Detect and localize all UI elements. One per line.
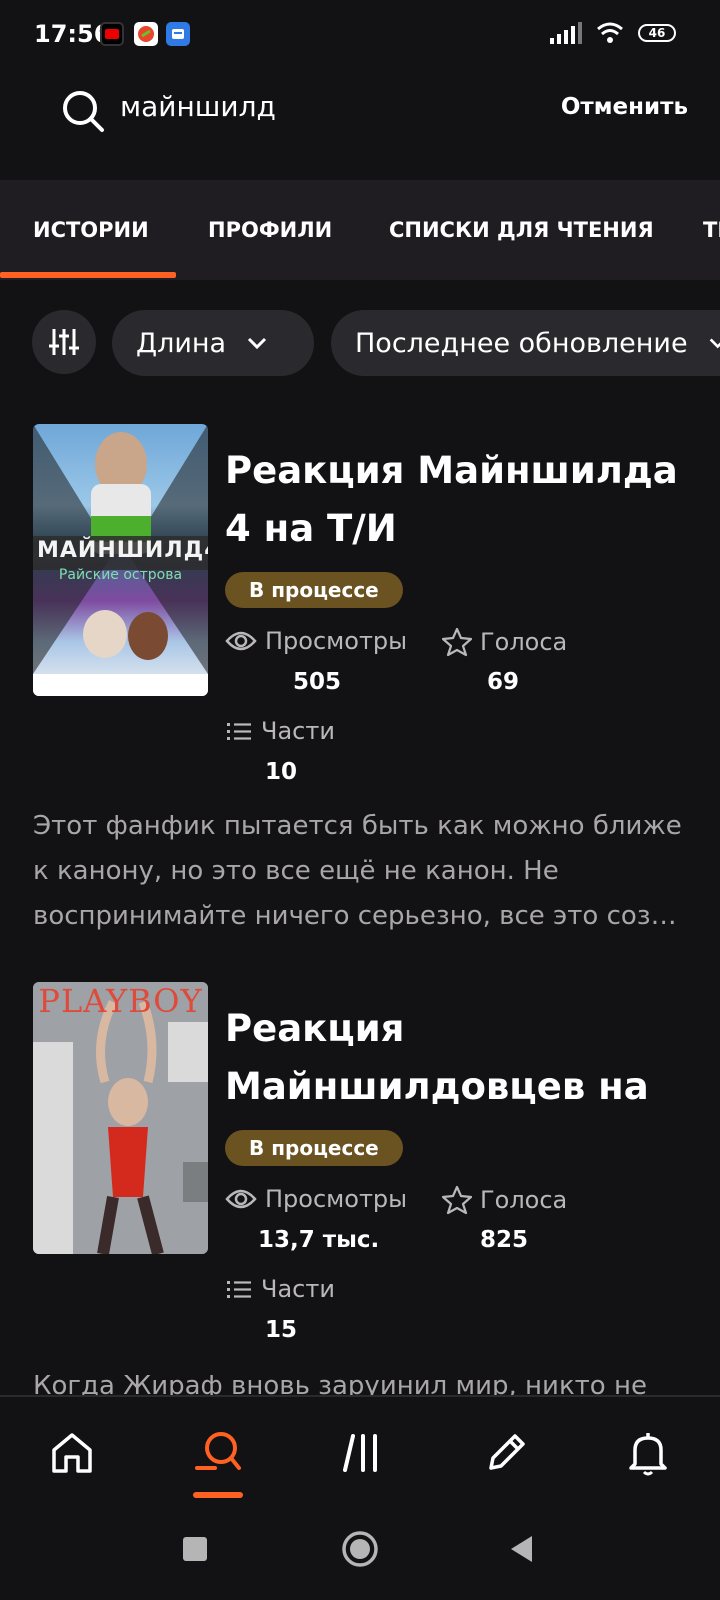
status-time: 17:56: [34, 20, 111, 48]
list-icon: [227, 723, 251, 740]
recents-button[interactable]: [175, 1529, 215, 1569]
parts-count: 10: [265, 759, 298, 785]
home-icon: [52, 1433, 92, 1473]
views-count: 13,7 тыс.: [258, 1227, 380, 1253]
eye-icon: [225, 1189, 257, 1209]
parts-label: Части: [261, 717, 335, 745]
search-header: майншилд Отменить: [0, 70, 720, 180]
tab-profiles[interactable]: ПРОФИЛИ: [208, 218, 332, 242]
youtube-notification-icon: [100, 22, 124, 46]
sliders-icon: [49, 329, 79, 355]
votes-label: Голоса: [480, 1186, 568, 1214]
pencil-icon: [489, 1434, 525, 1470]
views-count: 505: [293, 669, 342, 695]
square-icon: [183, 1537, 207, 1561]
eye-icon: [225, 631, 257, 651]
sort-filter-chip[interactable]: Последнее обновление: [331, 310, 720, 376]
nav-active-indicator: [193, 1492, 243, 1498]
search-icon: [60, 88, 106, 134]
views-label: Просмотры: [265, 1185, 408, 1213]
story-title[interactable]: Реакция Майншилда 4 на Т/И: [225, 442, 695, 558]
wifi-icon: [597, 22, 623, 43]
library-icon: [343, 1434, 377, 1472]
circle-icon: [342, 1531, 378, 1567]
active-tab-indicator: [0, 272, 176, 278]
views-label: Просмотры: [265, 627, 408, 655]
nav-library[interactable]: [336, 1427, 388, 1479]
home-button[interactable]: [340, 1529, 380, 1569]
search-input[interactable]: майншилд: [120, 90, 276, 123]
back-button[interactable]: [502, 1529, 542, 1569]
chevron-down-icon: [709, 338, 720, 349]
length-filter-chip[interactable]: Длина: [112, 310, 314, 376]
message-notification-icon: [166, 22, 190, 46]
story-card[interactable]: PLAYBOY Реакция Майншилдовцев на … В про…: [0, 982, 720, 1402]
bottom-navigation: [0, 1395, 720, 1505]
length-filter-label: Длина: [136, 327, 227, 359]
cancel-button[interactable]: Отменить: [561, 94, 688, 120]
status-icons: 46: [550, 22, 676, 44]
votes-stat: Голоса: [442, 1185, 567, 1215]
cover-title-text: PLAYBOY: [38, 982, 203, 1020]
parts-stat: Части: [225, 717, 335, 745]
views-stat: Просмотры: [225, 1185, 407, 1213]
list-icon: [227, 1281, 251, 1298]
parts-count: 15: [265, 1317, 298, 1343]
cover-title-text: МАЙНШИЛД4: [37, 538, 208, 563]
sort-filter-label: Последнее обновление: [355, 327, 688, 359]
status-bar: 17:56 46: [0, 0, 720, 70]
battery-icon: 46: [638, 24, 676, 42]
system-navigation-bar: [0, 1505, 720, 1600]
filter-settings-button[interactable]: [32, 310, 96, 374]
nav-write[interactable]: [480, 1427, 532, 1479]
votes-count: 69: [487, 669, 520, 695]
nav-home[interactable]: [46, 1427, 98, 1479]
views-stat: Просмотры: [225, 627, 407, 655]
cover-subtitle-text: Райские острова: [58, 567, 183, 583]
app-notification-icon: [134, 22, 158, 46]
search-tabs: ИСТОРИИ ПРОФИЛИ СПИСКИ ДЛЯ ЧТЕНИЯ ТЕ: [0, 180, 720, 280]
tab-reading-lists[interactable]: СПИСКИ ДЛЯ ЧТЕНИЯ: [389, 218, 654, 242]
signal-icon: [550, 22, 582, 44]
status-badge: В процессе: [225, 1130, 403, 1166]
votes-stat: Голоса: [442, 627, 567, 657]
parts-stat: Части: [225, 1275, 335, 1303]
parts-label: Части: [261, 1275, 335, 1303]
votes-count: 825: [480, 1227, 529, 1253]
tab-tags[interactable]: ТЕ: [703, 218, 720, 242]
bell-icon: [629, 1433, 667, 1476]
chevron-down-icon: [248, 337, 267, 350]
tab-stories[interactable]: ИСТОРИИ: [33, 218, 149, 242]
story-cover[interactable]: МАЙНШИЛД4 Райские острова: [33, 424, 208, 696]
back-triangle-icon: [511, 1536, 532, 1562]
star-icon: [442, 1185, 472, 1215]
story-card[interactable]: МАЙНШИЛД4 Райские острова Реакция Майнши…: [0, 424, 720, 944]
story-cover[interactable]: PLAYBOY: [33, 982, 208, 1254]
votes-label: Голоса: [480, 628, 568, 656]
star-icon: [442, 627, 472, 657]
status-badge: В процессе: [225, 572, 403, 608]
story-description[interactable]: Этот фанфик пытается быть как можно ближ…: [33, 804, 693, 939]
search-icon: [195, 1432, 241, 1470]
story-description[interactable]: Когда Жираф вновь заруинил мир, никто не: [33, 1364, 693, 1396]
nav-search[interactable]: [192, 1427, 244, 1479]
filter-row: Длина Последнее обновление: [0, 310, 720, 376]
nav-notifications[interactable]: [622, 1427, 674, 1479]
